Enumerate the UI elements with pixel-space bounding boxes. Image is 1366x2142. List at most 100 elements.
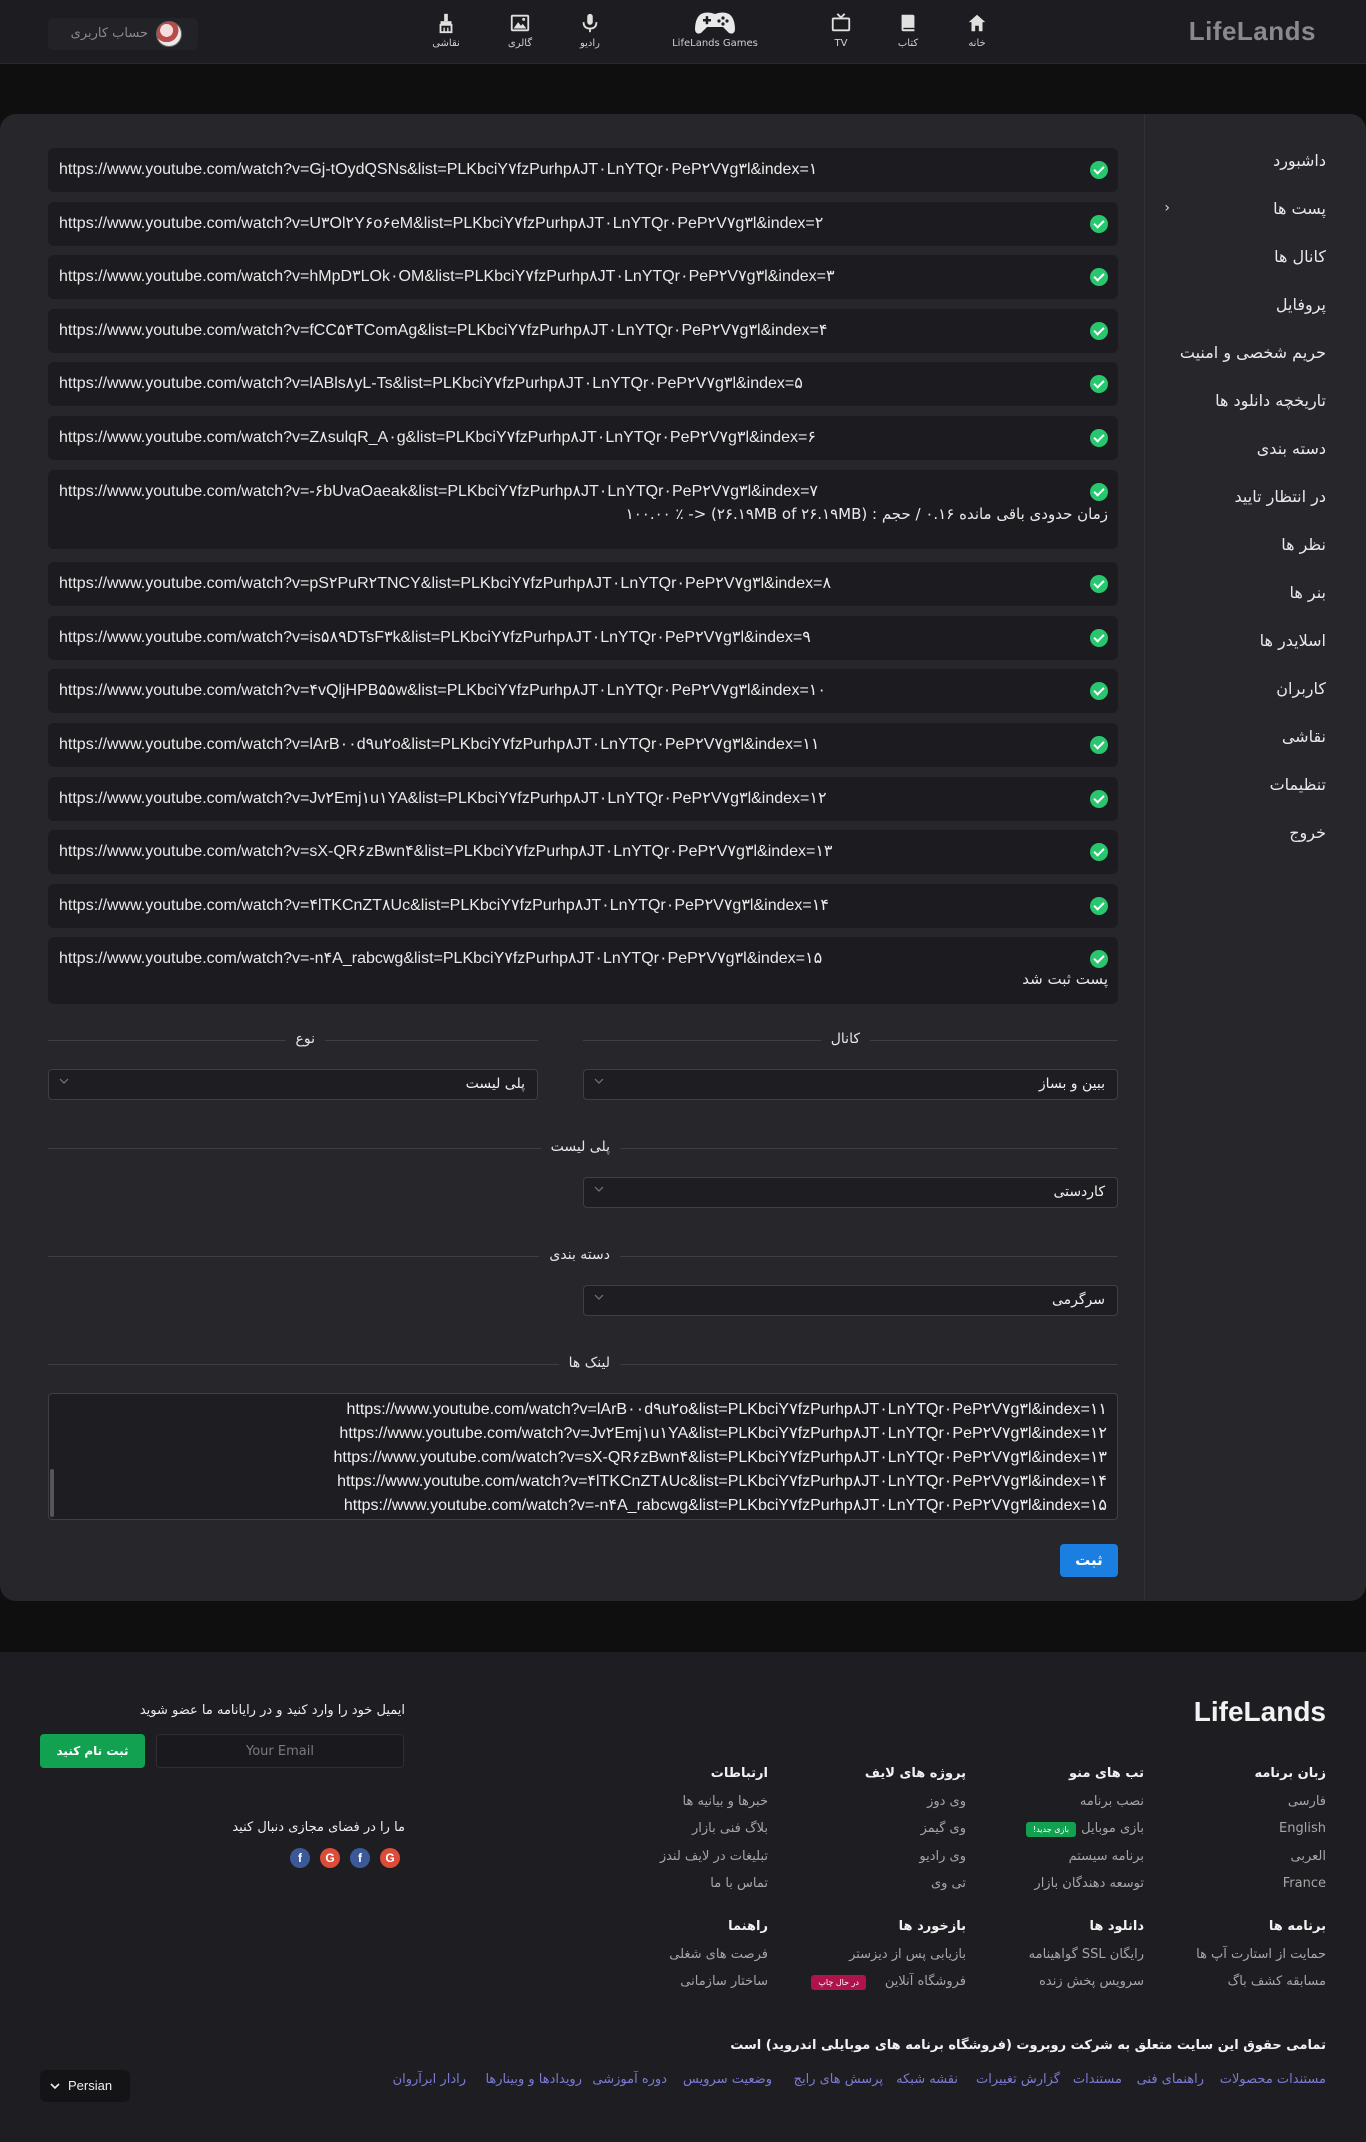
channel-select[interactable]: ببین و بساز	[583, 1069, 1118, 1100]
submit-button[interactable]: ثبت	[1060, 1544, 1118, 1577]
footer-link[interactable]: فارسی	[1288, 1794, 1326, 1809]
footer-link[interactable]: بلاگ فنی بازار	[692, 1821, 768, 1836]
footer-link[interactable]: نصب برنامه	[1080, 1794, 1144, 1809]
result-url: https://www.youtube.com/watch?v=fCC۵۴TCo…	[59, 322, 828, 339]
sidebar-item-categories[interactable]: دسته بندی	[1257, 439, 1326, 458]
result-url: https://www.youtube.com/watch?v=lABls۸yL…	[59, 375, 803, 392]
footer-link[interactable]: English	[1279, 1821, 1326, 1836]
site-logo[interactable]: LifeLands	[1189, 16, 1316, 47]
footer-logo[interactable]: LifeLands	[1194, 1696, 1326, 1728]
email-field[interactable]	[156, 1734, 404, 1768]
check-circle-icon	[1090, 322, 1108, 340]
footer-bottom-link[interactable]: مستندات	[1073, 2072, 1122, 2087]
sidebar-item-privacy[interactable]: حریم شخصی و امنیت	[1180, 343, 1326, 362]
footer-link[interactable]: فرصت های شغلی	[669, 1947, 768, 1962]
footer-bottom-link[interactable]: دوره آموزشی	[592, 2072, 667, 2087]
footer-link[interactable]: خبرها و بیانیه ها	[683, 1794, 768, 1809]
result-row: https://www.youtube.com/watch?v=۴vQljHPB…	[48, 669, 1118, 713]
sidebar-item-painting[interactable]: نقاشی	[1282, 727, 1326, 746]
sidebar-item-channels[interactable]: کانال ها	[1274, 247, 1326, 266]
check-circle-icon	[1090, 575, 1108, 593]
footer-link[interactable]: برنامه سیستم	[1069, 1849, 1144, 1864]
footer-bottom-link[interactable]: پرسش های رایج	[794, 2072, 883, 2087]
footer-link[interactable]: توسعه دهندگان بازار	[1034, 1876, 1144, 1891]
footer-link[interactable]: وی دوز	[927, 1794, 966, 1809]
sidebar-item-settings[interactable]: تنظیمات	[1270, 775, 1326, 794]
check-circle-icon	[1090, 375, 1108, 393]
facebook-icon[interactable]: f	[290, 1848, 310, 1868]
facebook-icon[interactable]: f	[350, 1848, 370, 1868]
result-row: https://www.youtube.com/watch?v=U۳Ol۲Y۶o…	[48, 202, 1118, 246]
footer-heading: ارتباطات	[710, 1766, 768, 1781]
sidebar-item-dashboard[interactable]: داشبورد	[1273, 151, 1326, 170]
nav-games[interactable]: LifeLands Games	[670, 12, 760, 49]
footer-bottom-link[interactable]: وضعیت سرویس	[683, 2072, 772, 2087]
nav-painting[interactable]: نقاشی	[411, 12, 481, 49]
result-row: https://www.youtube.com/watch?v=۴lTKCnZT…	[48, 884, 1118, 928]
nav-radio[interactable]: رادیو	[555, 12, 625, 49]
footer-link[interactable]: تبلیغات در لایف لندز	[660, 1849, 768, 1864]
image-icon	[510, 14, 530, 32]
sidebar-item-comments[interactable]: نظر ها	[1281, 535, 1326, 554]
footer-link[interactable]: France	[1283, 1876, 1326, 1891]
result-url: https://www.youtube.com/watch?v=pS۲PuR۲T…	[59, 575, 832, 592]
chevron-left-icon[interactable]: ‹	[1164, 200, 1170, 216]
category-select-value: سرگرمی	[1051, 1292, 1105, 1308]
footer-link[interactable]: بازیابی پس از دیزستر	[849, 1947, 966, 1962]
result-row: https://www.youtube.com/watch?v=-۶bUvaOa…	[48, 470, 1118, 549]
footer-link[interactable]: ساختار سازمانی	[680, 1974, 768, 1989]
footer-heading: تب های منو	[1068, 1766, 1144, 1781]
footer-bottom-link[interactable]: نقشه شبکه	[896, 2072, 958, 2087]
footer-link[interactable]: بازی موبایل	[1081, 1821, 1144, 1836]
nav-book[interactable]: کتاب	[873, 12, 943, 49]
sidebar-item-users[interactable]: کاربران	[1276, 679, 1326, 698]
footer-bottom-link[interactable]: مستندات محصولات	[1220, 2072, 1326, 2087]
footer-link[interactable]: العربی	[1291, 1849, 1326, 1864]
footer-bottom-link[interactable]: راهنمای فنی	[1137, 2072, 1204, 2087]
footer-link[interactable]: تماس با ما	[710, 1876, 768, 1891]
footer-link[interactable]: حمایت از استارت آپ ها	[1196, 1947, 1326, 1962]
footer-bottom-link[interactable]: رادار ابرآروان	[393, 2072, 466, 2087]
main-panel: داشبورد پست ها ‹ کانال ها پروفایل حریم ش…	[0, 114, 1366, 1601]
nav-home[interactable]: خانه	[942, 12, 1012, 49]
footer-link[interactable]: سرویس پخش زنده	[1039, 1974, 1144, 1989]
check-circle-icon	[1090, 790, 1108, 808]
result-url: https://www.youtube.com/watch?v=Jv۲Emj۱u…	[59, 790, 827, 807]
sidebar-item-banners[interactable]: بنر ها	[1289, 583, 1326, 602]
account-menu[interactable]: حساب کاربری	[48, 18, 198, 50]
result-url: https://www.youtube.com/watch?v=۴lTKCnZT…	[59, 897, 829, 914]
result-row: https://www.youtube.com/watch?v=lArB۰۰d۹…	[48, 723, 1118, 767]
result-row: https://www.youtube.com/watch?v=Z۸sulqR_…	[48, 416, 1118, 460]
google-plus-icon[interactable]: G	[320, 1848, 340, 1868]
language-selector[interactable]: Persian	[40, 2070, 130, 2102]
sidebar-item-pending[interactable]: در انتظار تایید	[1235, 487, 1326, 506]
nav-tv[interactable]: TV	[806, 12, 876, 49]
footer-link[interactable]: وی رادیو	[919, 1849, 966, 1864]
footer-bottom-link[interactable]: رویدادها و وبینارها	[485, 2072, 582, 2087]
footer-link[interactable]: رایگان SSL گواهینامه	[1029, 1947, 1144, 1962]
nav-gallery[interactable]: گالری	[485, 12, 555, 49]
microphone-icon	[582, 13, 598, 33]
join-newsletter-button[interactable]: ثبت نام کنید	[40, 1734, 145, 1768]
textarea-scrollbar[interactable]	[50, 1469, 54, 1517]
links-label: لینک ها	[558, 1355, 620, 1371]
footer-link[interactable]: وی گیمز	[921, 1821, 966, 1836]
sidebar-item-posts[interactable]: پست ها	[1273, 199, 1326, 218]
sidebar-item-logout[interactable]: خروج	[1289, 823, 1326, 842]
sidebar-item-sliders[interactable]: اسلایدر ها	[1260, 631, 1326, 650]
sidebar-item-profile[interactable]: پروفایل	[1276, 295, 1326, 314]
footer-link[interactable]: مسابقه کشف باگ	[1228, 1974, 1326, 1989]
category-select[interactable]: سرگرمی	[583, 1285, 1118, 1316]
sidebar-item-download-history[interactable]: تاریخچه دانلود ها	[1215, 391, 1326, 410]
links-textarea[interactable]: https://www.youtube.com/watch?v=lArB۰۰d۹…	[48, 1393, 1118, 1520]
footer-link[interactable]: تی وی	[931, 1876, 966, 1891]
links-line: https://www.youtube.com/watch?v=۴lTKCnZT…	[337, 1473, 1107, 1490]
footer-heading: پروژه های لایف	[864, 1766, 966, 1781]
check-circle-icon	[1090, 429, 1108, 447]
type-select-value: پلی لیست	[465, 1076, 525, 1092]
footer-link[interactable]: فروشگاه آنلاین	[885, 1974, 966, 1989]
google-plus-icon[interactable]: G	[380, 1848, 400, 1868]
playlist-select[interactable]: کاردستی	[583, 1177, 1118, 1208]
type-select[interactable]: پلی لیست	[48, 1069, 538, 1100]
footer-bottom-link[interactable]: گزارش تغییرات	[976, 2072, 1060, 2087]
